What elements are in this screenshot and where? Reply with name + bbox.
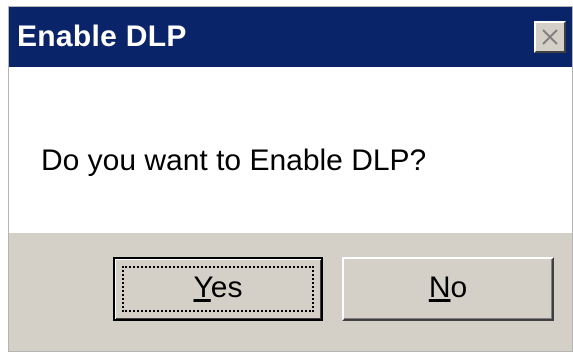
title-bar[interactable]: Enable DLP: [9, 7, 572, 67]
enable-dlp-dialog: Enable DLP Do you want to Enable DLP? Ye…: [8, 6, 573, 352]
no-mnemonic: N: [428, 271, 451, 304]
yes-button[interactable]: Yes: [113, 257, 323, 321]
dialog-button-area: Yes No: [9, 233, 572, 351]
yes-button-label: Yes: [194, 259, 243, 317]
dialog-message: Do you want to Enable DLP?: [41, 144, 427, 177]
close-button[interactable]: [534, 21, 566, 53]
yes-label-rest: es: [210, 271, 243, 304]
dialog-content: Do you want to Enable DLP?: [9, 67, 572, 233]
no-button-label: No: [429, 259, 467, 317]
window-title: Enable DLP: [17, 20, 187, 53]
no-button[interactable]: No: [342, 257, 554, 321]
no-label-rest: o: [450, 271, 468, 304]
yes-mnemonic: Y: [193, 271, 211, 304]
